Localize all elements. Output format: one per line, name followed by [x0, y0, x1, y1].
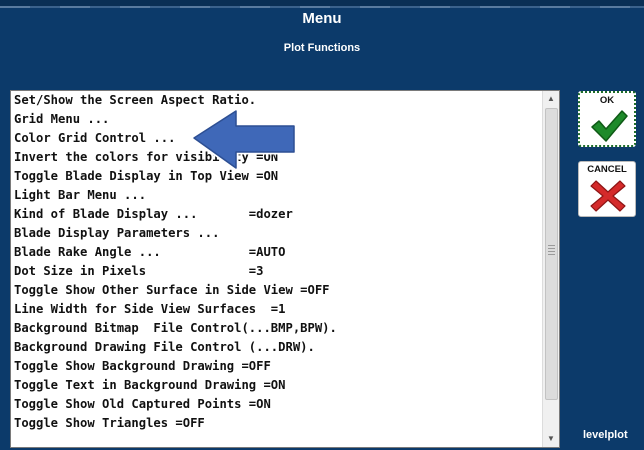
checkmark-icon [591, 110, 628, 142]
cancel-button[interactable]: CANCEL [578, 161, 636, 217]
cancel-label: CANCEL [587, 164, 627, 175]
menu-subtitle: Plot Functions [283, 42, 361, 54]
x-icon [590, 180, 626, 212]
menu-item[interactable]: Toggle Show Triangles =OFF [11, 414, 541, 433]
scroll-thumb[interactable] [545, 108, 558, 400]
menu-item[interactable]: Light Bar Menu ... [11, 186, 541, 205]
scroll-up-icon[interactable]: ▲ [543, 91, 559, 107]
menu-item[interactable]: Dot Size in Pixels =3 [11, 262, 541, 281]
scroll-grip-icon [548, 245, 555, 255]
menu-item[interactable]: Toggle Text in Background Drawing =ON [11, 376, 541, 395]
menu-item[interactable]: Toggle Show Old Captured Points =ON [11, 395, 541, 414]
menu-item[interactable]: Toggle Show Background Drawing =OFF [11, 357, 541, 376]
scroll-down-icon[interactable]: ▼ [543, 431, 559, 447]
menu-item[interactable]: Background Bitmap File Control(...BMP,BP… [11, 319, 541, 338]
menu-item[interactable]: Line Width for Side View Surfaces =1 [11, 300, 541, 319]
ok-label: OK [599, 95, 615, 106]
menu-item[interactable]: Blade Display Parameters ... [11, 224, 541, 243]
brand-label: levelplot [583, 429, 628, 441]
menu-item[interactable]: Toggle Show Other Surface in Side View =… [11, 281, 541, 300]
menu-item[interactable]: Kind of Blade Display ... =dozer [11, 205, 541, 224]
title-bar-strip [0, 6, 644, 8]
menu-item[interactable]: Blade Rake Angle ... =AUTO [11, 243, 541, 262]
menu-item[interactable]: Background Drawing File Control (...DRW)… [11, 338, 541, 357]
app-window: Menu Plot Functions Set/Show the Screen … [0, 0, 644, 450]
left-arrow-icon [191, 108, 297, 171]
menu-title: Menu [302, 10, 342, 27]
vertical-scrollbar[interactable]: ▲ ▼ [542, 91, 559, 447]
ok-button[interactable]: OK [578, 91, 636, 147]
